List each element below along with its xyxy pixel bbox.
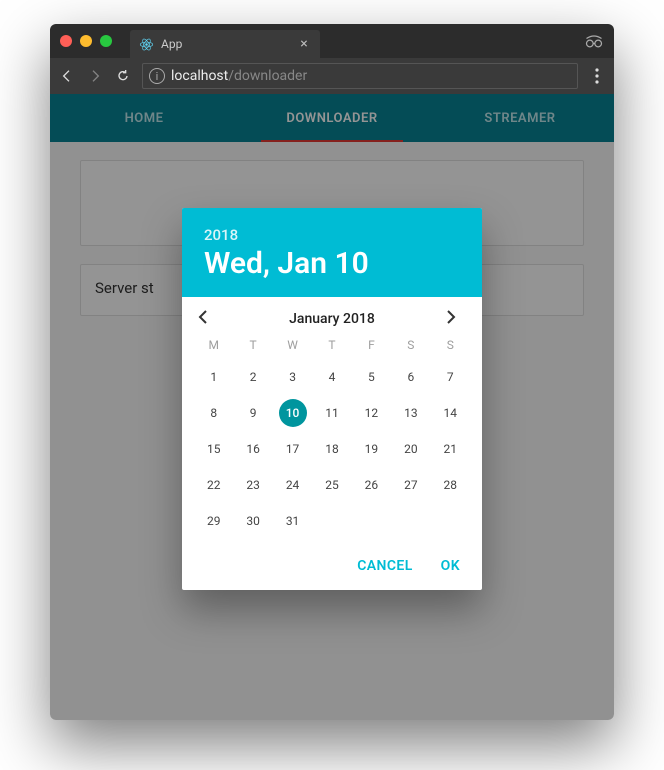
calendar-day[interactable]: 14 (431, 396, 470, 430)
back-button[interactable] (58, 68, 76, 84)
close-tab-icon[interactable]: × (296, 36, 312, 52)
calendar-day[interactable]: 20 (391, 432, 430, 466)
calendar-day[interactable]: 5 (352, 360, 391, 394)
browser-tab-title: App (161, 37, 182, 51)
calendar-day[interactable]: 24 (273, 468, 312, 502)
calendar-day[interactable]: 16 (233, 432, 272, 466)
weekday-header: T (312, 332, 351, 358)
cancel-button[interactable]: CANCEL (357, 558, 412, 574)
month-label: January 2018 (289, 311, 375, 327)
weekday-header: F (352, 332, 391, 358)
calendar-day[interactable]: 12 (352, 396, 391, 430)
date-picker-actions: CANCEL OK (182, 544, 482, 590)
calendar-day[interactable]: 21 (431, 432, 470, 466)
calendar-day[interactable]: 26 (352, 468, 391, 502)
prev-month-button[interactable] (198, 309, 218, 328)
weekday-header: S (391, 332, 430, 358)
calendar-day[interactable]: 1 (194, 360, 233, 394)
calendar-day[interactable]: 15 (194, 432, 233, 466)
browser-tab-strip: App × (130, 24, 320, 58)
address-bar: i localhost/downloader (50, 58, 614, 94)
incognito-icon (584, 34, 604, 48)
browser-window: App × i localhost/downloader (50, 24, 614, 720)
ok-button[interactable]: OK (441, 558, 460, 574)
calendar-day[interactable]: 22 (194, 468, 233, 502)
minimize-window-button[interactable] (80, 35, 92, 47)
weekday-header: M (194, 332, 233, 358)
calendar-day[interactable]: 17 (273, 432, 312, 466)
calendar-day[interactable]: 25 (312, 468, 351, 502)
next-month-button[interactable] (446, 309, 466, 328)
page-content: HOME DOWNLOADER STREAMER Server st 2018 … (50, 94, 614, 720)
traffic-lights (60, 35, 112, 47)
close-window-button[interactable] (60, 35, 72, 47)
calendar-day[interactable]: 8 (194, 396, 233, 430)
calendar-day[interactable]: 29 (194, 504, 233, 538)
calendar-day[interactable]: 3 (273, 360, 312, 394)
calendar-day[interactable]: 19 (352, 432, 391, 466)
date-picker-header: 2018 Wed, Jan 10 (182, 208, 482, 297)
weekday-header: S (431, 332, 470, 358)
calendar-day[interactable]: 7 (431, 360, 470, 394)
calendar-day[interactable]: 9 (233, 396, 272, 430)
calendar-day[interactable]: 10 (273, 396, 312, 430)
reload-button[interactable] (114, 68, 132, 84)
calendar-day[interactable]: 4 (312, 360, 351, 394)
calendar-day[interactable]: 30 (233, 504, 272, 538)
selected-date-display[interactable]: Wed, Jan 10 (204, 246, 460, 281)
weekday-header: W (273, 332, 312, 358)
window-titlebar: App × (50, 24, 614, 58)
calendar-day[interactable]: 6 (391, 360, 430, 394)
calendar-day[interactable]: 23 (233, 468, 272, 502)
date-picker-nav: January 2018 (182, 297, 482, 332)
calendar-day[interactable]: 31 (273, 504, 312, 538)
calendar-day[interactable]: 27 (391, 468, 430, 502)
selected-year[interactable]: 2018 (204, 226, 460, 244)
calendar-day[interactable]: 11 (312, 396, 351, 430)
browser-menu-button[interactable] (588, 68, 606, 84)
weekday-header: T (233, 332, 272, 358)
calendar-day[interactable]: 18 (312, 432, 351, 466)
info-icon[interactable]: i (149, 68, 165, 84)
url-host: localhost (171, 68, 228, 84)
calendar-day[interactable]: 2 (233, 360, 272, 394)
react-favicon-icon (138, 36, 154, 52)
calendar-grid: MTWTFSS123456789101112131415161718192021… (182, 332, 482, 544)
calendar-day[interactable]: 28 (431, 468, 470, 502)
browser-tab-app[interactable]: App × (130, 30, 320, 58)
calendar-day[interactable]: 13 (391, 396, 430, 430)
url-input[interactable]: i localhost/downloader (142, 63, 578, 89)
date-picker-dialog: 2018 Wed, Jan 10 January 2018 MTWTFSS123… (182, 208, 482, 590)
forward-button[interactable] (86, 68, 104, 84)
url-path: /downloader (228, 68, 307, 84)
maximize-window-button[interactable] (100, 35, 112, 47)
